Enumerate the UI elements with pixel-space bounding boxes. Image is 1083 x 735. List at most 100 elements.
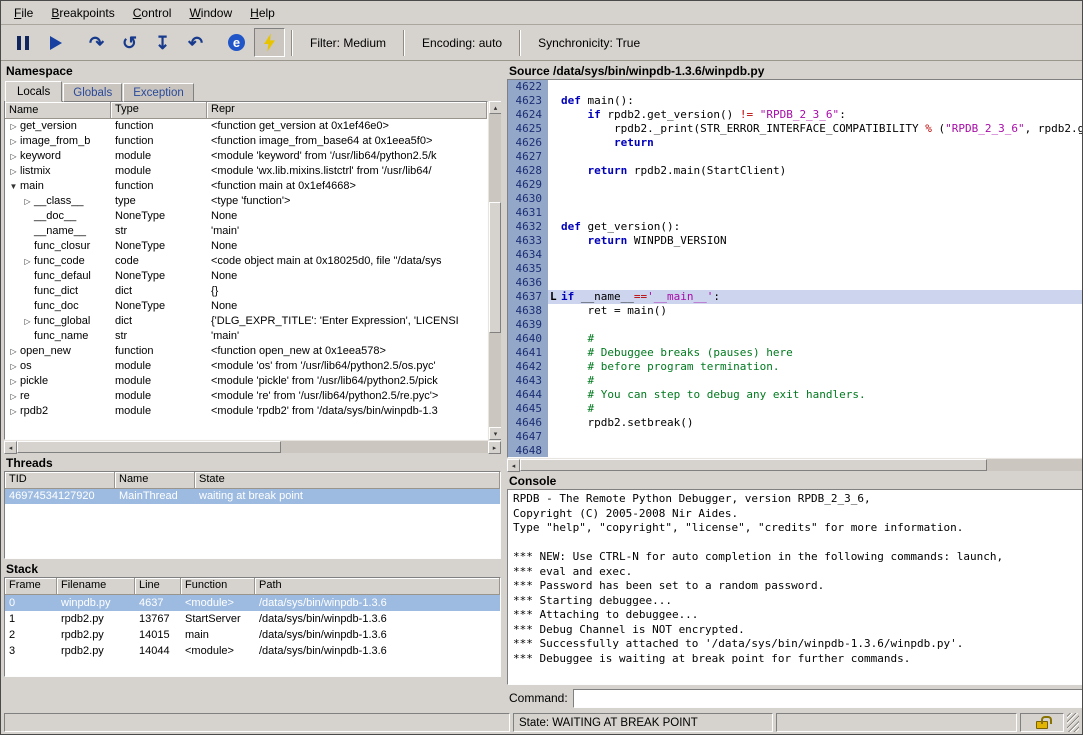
namespace-row[interactable]: ▷rpdb2module<module 'rpdb2' from '/data/… [5,404,487,419]
namespace-row[interactable]: func_dictdict{} [5,284,487,299]
scrollbar-thumb[interactable] [17,441,281,453]
synchronicity-button[interactable] [254,28,285,57]
namespace-row[interactable]: ▷picklemodule<module 'pickle' from '/usr… [5,374,487,389]
namespace-row[interactable]: ▷func_codecode<code object main at 0x180… [5,254,487,269]
source-code-view[interactable]: 46224623def main():4624 if rpdb2.get_ver… [507,79,1082,458]
source-line[interactable]: 4633 return WINPDB_VERSION [508,234,1082,248]
namespace-vscroll[interactable]: ▴ ▾ [488,101,501,440]
namespace-row[interactable]: ▷image_from_bfunction<function image_fro… [5,134,487,149]
menu-file[interactable]: File [5,3,42,23]
expand-icon[interactable]: ▷ [7,374,20,389]
source-line[interactable]: 4622 [508,80,1082,94]
break-button[interactable] [7,28,38,57]
next-button[interactable]: ↷ [81,28,112,57]
expand-icon[interactable]: ▷ [7,404,20,419]
menu-window[interactable]: Window [180,3,241,23]
source-line[interactable]: 4643 # [508,374,1082,388]
source-line[interactable]: 4647 [508,430,1082,444]
resize-grip[interactable] [1067,713,1079,732]
column-header-name[interactable]: Name [115,472,195,489]
source-line[interactable]: 4630 [508,192,1082,206]
scroll-up-icon[interactable]: ▴ [489,101,501,114]
namespace-row[interactable]: func_defaulNoneTypeNone [5,269,487,284]
namespace-row[interactable]: ▷func_globaldict{'DLG_EXPR_TITLE': 'Ente… [5,314,487,329]
source-line[interactable]: 4637Lif __name__=='__main__': [508,290,1082,304]
namespace-row[interactable]: ▷keywordmodule<module 'keyword' from '/u… [5,149,487,164]
expand-icon[interactable]: ▷ [7,119,20,134]
column-header-state[interactable]: State [195,472,500,489]
namespace-row[interactable]: ▷remodule<module 're' from '/usr/lib64/p… [5,389,487,404]
source-line[interactable]: 4623def main(): [508,94,1082,108]
tab-locals[interactable]: Locals [5,81,62,102]
scroll-down-icon[interactable]: ▾ [489,427,501,440]
expand-icon[interactable]: ▷ [7,164,20,179]
source-line[interactable]: 4648 [508,444,1082,458]
source-line[interactable]: 4635 [508,262,1082,276]
source-line[interactable]: 4624 if rpdb2.get_version() != "RPDB_2_3… [508,108,1082,122]
column-header-filename[interactable]: Filename [57,578,135,595]
namespace-row[interactable]: func_closurNoneTypeNone [5,239,487,254]
column-header-type[interactable]: Type [111,102,207,119]
goto-button[interactable]: ↧ [147,28,178,57]
column-header-tid[interactable]: TID [5,472,115,489]
namespace-row[interactable]: ▷get_versionfunction<function get_versio… [5,119,487,134]
namespace-row[interactable]: func_docNoneTypeNone [5,299,487,314]
expand-icon[interactable]: ▷ [7,389,20,404]
namespace-row[interactable]: __name__str'main' [5,224,487,239]
source-line[interactable]: 4626 return [508,136,1082,150]
return-button[interactable]: ↶ [180,28,211,57]
column-header-frame[interactable]: Frame [5,578,57,595]
column-header-name[interactable]: Name [5,102,111,119]
expand-icon[interactable]: ▷ [7,344,20,359]
source-line[interactable]: 4640 # [508,332,1082,346]
namespace-row[interactable]: ▼mainfunction<function main at 0x1ef4668… [5,179,487,194]
namespace-row[interactable]: ▷open_newfunction<function open_new at 0… [5,344,487,359]
scrollbar-thumb[interactable] [489,202,501,333]
column-header-function[interactable]: Function [181,578,255,595]
expand-icon[interactable]: ▷ [7,149,20,164]
stack-frame-row[interactable]: 2rpdb2.py14015main/data/sys/bin/winpdb-1… [5,627,500,643]
namespace-row[interactable]: func_namestr'main' [5,329,487,344]
namespace-hscroll[interactable]: ◂ ▸ [4,440,501,453]
namespace-row[interactable]: ▷__class__type<type 'function'> [5,194,487,209]
column-header-line[interactable]: Line [135,578,181,595]
encoding-button[interactable]: e [221,28,252,57]
command-input[interactable] [573,689,1082,708]
thread-row[interactable]: 46974534127920MainThreadwaiting at break… [5,489,500,504]
source-line[interactable]: 4636 [508,276,1082,290]
source-line[interactable]: 4634 [508,248,1082,262]
source-line[interactable]: 4639 [508,318,1082,332]
console-output[interactable]: RPDB - The Remote Python Debugger, versi… [507,489,1082,685]
source-line[interactable]: 4638 ret = main() [508,304,1082,318]
collapse-icon[interactable]: ▼ [7,179,20,194]
namespace-row[interactable]: ▷osmodule<module 'os' from '/usr/lib64/p… [5,359,487,374]
source-line[interactable]: 4627 [508,150,1082,164]
namespace-row[interactable]: ▷listmixmodule<module 'wx.lib.mixins.lis… [5,164,487,179]
scrollbar-thumb[interactable] [520,459,987,471]
expand-icon[interactable]: ▷ [21,254,34,269]
namespace-row[interactable]: __doc__NoneTypeNone [5,209,487,224]
expand-icon[interactable]: ▷ [7,134,20,149]
expand-icon[interactable]: ▷ [7,359,20,374]
expand-icon[interactable]: ▷ [21,314,34,329]
source-line[interactable]: 4645 # [508,402,1082,416]
tab-exception[interactable]: Exception [123,83,194,102]
source-line[interactable]: 4628 return rpdb2.main(StartClient) [508,164,1082,178]
column-header-path[interactable]: Path [255,578,500,595]
stack-frame-row[interactable]: 3rpdb2.py14044<module>/data/sys/bin/winp… [5,643,500,659]
stack-frame-row[interactable]: 0winpdb.py4637<module>/data/sys/bin/winp… [5,595,500,611]
stack-frame-row[interactable]: 1rpdb2.py13767StartServer/data/sys/bin/w… [5,611,500,627]
column-header-repr[interactable]: Repr [207,102,487,119]
go-button[interactable] [40,28,71,57]
source-line[interactable]: 4646 rpdb2.setbreak() [508,416,1082,430]
source-line[interactable]: 4629 [508,178,1082,192]
source-line[interactable]: 4632def get_version(): [508,220,1082,234]
menu-breakpoints[interactable]: Breakpoints [42,3,123,23]
step-button[interactable]: ↺ [114,28,145,57]
source-hscroll[interactable]: ◂ ▸ [507,458,1082,471]
menu-control[interactable]: Control [124,3,181,23]
source-line[interactable]: 4631 [508,206,1082,220]
source-line[interactable]: 4625 rpdb2._print(STR_ERROR_INTERFACE_CO… [508,122,1082,136]
tab-globals[interactable]: Globals [63,83,122,102]
source-line[interactable]: 4644 # You can step to debug any exit ha… [508,388,1082,402]
